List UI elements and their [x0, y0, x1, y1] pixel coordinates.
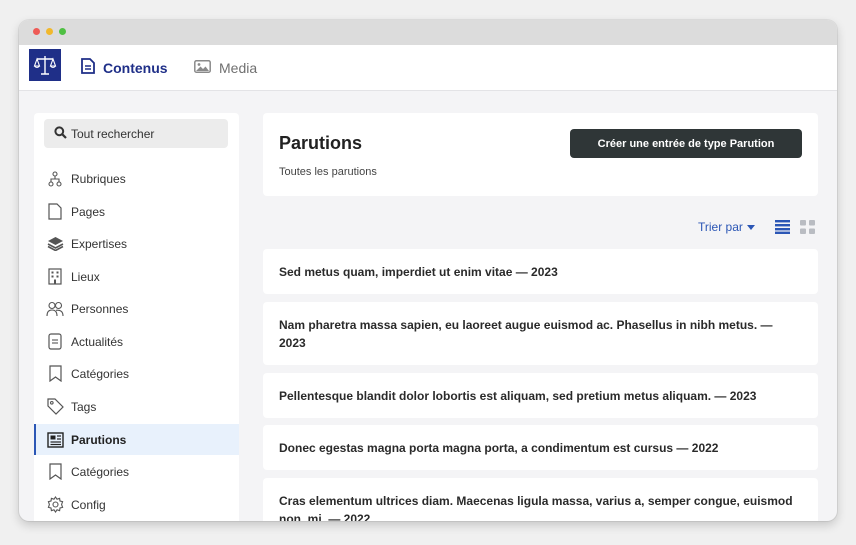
sidebar-item-label: Pages [71, 204, 106, 219]
search-input[interactable]: Tout rechercher [44, 119, 228, 148]
tab-label: Media [219, 59, 258, 76]
sidebar-item-config[interactable]: Config [34, 489, 239, 520]
sort-toolbar: Trier par [263, 216, 818, 238]
tab-label: Contenus [103, 59, 168, 76]
page-icon [46, 203, 64, 221]
sidebar-item-label: Config [71, 497, 106, 512]
sidebar: Tout rechercher Rubriques Pages Expertis… [34, 113, 239, 521]
document-icon [81, 58, 95, 77]
scales-logo-icon[interactable] [29, 49, 61, 81]
image-icon [194, 59, 211, 76]
title-bar [19, 20, 837, 45]
grid-view-icon[interactable] [800, 220, 815, 239]
sidebar-item-personnes[interactable]: Personnes [34, 293, 239, 324]
entry-title: Pellentesque blandit dolor lobortis est … [279, 388, 757, 403]
hierarchy-icon [46, 170, 64, 188]
news-icon [46, 333, 64, 351]
sidebar-item-lieux[interactable]: Lieux [34, 261, 239, 292]
search-placeholder: Tout rechercher [71, 126, 155, 141]
list-item[interactable]: Cras elementum ultrices diam. Maecenas l… [263, 478, 818, 521]
sidebar-item-label: Tags [71, 399, 97, 414]
page-subtitle: Toutes les parutions [279, 166, 377, 178]
bookmark-icon [46, 463, 64, 481]
caret-down-icon [746, 220, 755, 234]
tag-icon [46, 398, 64, 416]
sidebar-item-label: Personnes [71, 301, 129, 316]
sidebar-item-label: Lieux [71, 269, 100, 284]
sort-dropdown[interactable]: Trier par [698, 220, 755, 234]
entry-title: Donec egestas magna porta magna porta, a… [279, 440, 719, 455]
page-header-card: Parutions Toutes les parutions Créer une… [263, 113, 818, 196]
minimize-window-button[interactable] [46, 28, 53, 35]
create-entry-button[interactable]: Créer une entrée de type Parution [570, 129, 802, 158]
layers-icon [46, 235, 64, 253]
bookmark-icon [46, 365, 64, 383]
app-window: Contenus Media Tout rechercher Rubriques… [19, 20, 837, 521]
list-view-icon[interactable] [775, 220, 790, 239]
sidebar-item-label: Expertises [71, 236, 128, 251]
tab-contenus[interactable]: Contenus [81, 45, 168, 90]
sort-label: Trier par [698, 220, 743, 234]
sidebar-item-expertises[interactable]: Expertises [34, 228, 239, 259]
gear-icon [46, 496, 64, 514]
sidebar-item-actualites[interactable]: Actualités [34, 326, 239, 357]
page-title: Parutions [279, 133, 363, 153]
entry-title: Sed metus quam, imperdiet ut enim vitae … [279, 264, 558, 279]
sidebar-item-rubriques[interactable]: Rubriques [34, 163, 239, 194]
sidebar-item-label: Actualités [71, 334, 124, 349]
entry-title: Nam pharetra massa sapien, eu laoreet au… [279, 317, 773, 350]
sidebar-item-label: Catégories [71, 366, 130, 381]
entry-title: Cras elementum ultrices diam. Maecenas l… [279, 493, 793, 522]
building-icon [46, 268, 64, 286]
tab-media[interactable]: Media [194, 45, 257, 90]
search-icon [54, 125, 67, 142]
maximize-window-button[interactable] [59, 28, 66, 35]
list-item[interactable]: Nam pharetra massa sapien, eu laoreet au… [263, 302, 818, 365]
sidebar-item-label: Catégories [71, 464, 130, 479]
top-navigation: Contenus Media [19, 45, 837, 91]
sidebar-item-parutions[interactable]: Parutions [34, 424, 239, 455]
sidebar-item-categories-2[interactable]: Catégories [34, 456, 239, 487]
sidebar-item-categories[interactable]: Catégories [34, 358, 239, 389]
list-item[interactable]: Sed metus quam, imperdiet ut enim vitae … [263, 249, 818, 294]
people-icon [46, 300, 64, 318]
sidebar-item-label: Parutions [71, 432, 127, 447]
publication-icon [46, 431, 64, 449]
close-window-button[interactable] [33, 28, 40, 35]
sidebar-item-pages[interactable]: Pages [34, 196, 239, 227]
sidebar-item-label: Rubriques [71, 171, 126, 186]
sidebar-item-tags[interactable]: Tags [34, 391, 239, 422]
list-item[interactable]: Donec egestas magna porta magna porta, a… [263, 425, 818, 470]
list-item[interactable]: Pellentesque blandit dolor lobortis est … [263, 373, 818, 418]
